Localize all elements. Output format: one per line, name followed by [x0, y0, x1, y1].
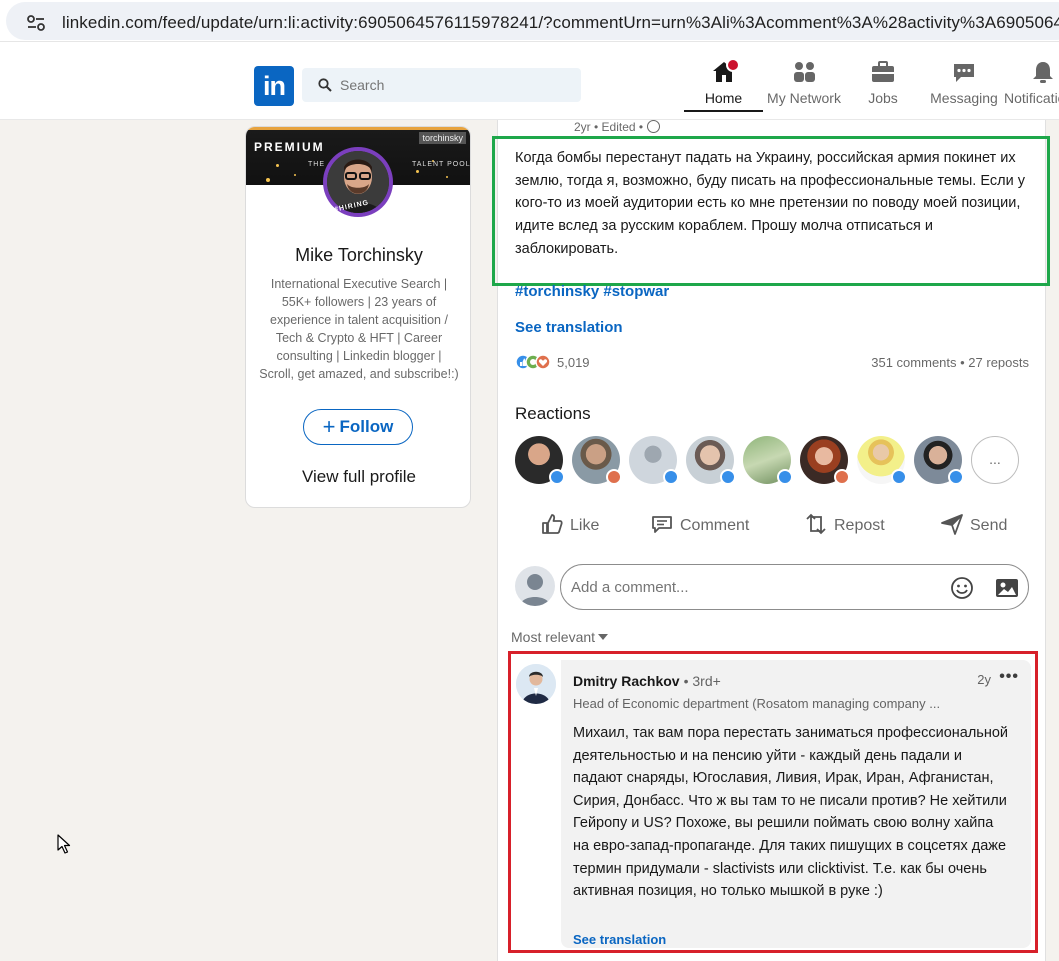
comment-item: Dmitry Rachkov • 3rd+ 2y ••• Head of Econ… [508, 651, 1038, 953]
like-badge-icon [891, 469, 907, 485]
search-bar[interactable] [302, 68, 581, 102]
commenter-name[interactable]: Dmitry Rachkov [573, 673, 680, 689]
comment-text: Михаил, так вам пора перестать заниматьс… [573, 725, 1009, 900]
comment-bubble: Dmitry Rachkov • 3rd+ 2y ••• Head of Econ… [561, 660, 1031, 948]
commenter-name-row: Dmitry Rachkov • 3rd+ [573, 673, 721, 689]
nav-my-network-label: My Network [767, 90, 841, 106]
view-full-profile-link[interactable]: View full profile [246, 467, 470, 487]
nav-messaging-label: Messaging [930, 90, 998, 106]
nav-messaging[interactable]: Messaging [930, 60, 998, 120]
repost-button[interactable]: Repost [804, 506, 885, 546]
sort-label: Most relevant [511, 629, 596, 645]
post-card: 2yr • Edited • Когда бомбы перестанут па… [492, 120, 1050, 961]
like-badge-icon [777, 469, 793, 485]
site-settings-icon[interactable] [26, 13, 46, 33]
nav-notifications[interactable]: Notifications [1004, 60, 1059, 120]
add-comment-row [515, 564, 1029, 612]
search-icon [318, 78, 332, 92]
emoji-icon[interactable] [950, 576, 974, 600]
comment-time: 2y [977, 672, 991, 687]
reactor-avatar[interactable] [515, 436, 565, 485]
post-text: Когда бомбы перестанут падать на Украину… [515, 150, 1025, 257]
caret-down-icon [598, 634, 609, 640]
reaction-icons[interactable] [515, 354, 555, 370]
banner-subtitle-left: THE [308, 161, 325, 168]
messaging-icon [954, 64, 974, 82]
social-counts: 5,019 351 comments • 27 reposts [515, 352, 1029, 372]
image-icon[interactable] [995, 577, 1019, 599]
reactor-avatar[interactable] [686, 436, 736, 485]
plus-icon: + [322, 414, 336, 439]
comment-see-translation[interactable]: See translation [573, 932, 666, 947]
repost-label: Repost [834, 517, 885, 534]
send-icon [941, 514, 963, 535]
post-see-translation[interactable]: See translation [515, 319, 623, 336]
premium-label: PREMIUM [254, 140, 325, 154]
post-time: 2yr • Edited • [574, 120, 644, 134]
comment-icon [652, 516, 672, 533]
author-profile-card: PREMIUM torchinsky THE TALENT POOL #HIRI… [245, 126, 471, 508]
comment-input[interactable] [571, 565, 931, 609]
reactor-avatar[interactable] [914, 436, 964, 485]
author-headline: International Executive Search | 55K+ fo… [259, 277, 459, 381]
nav-home[interactable]: Home [684, 58, 763, 120]
commenter-headline: Head of Economic department (Rosatom man… [573, 696, 941, 711]
more-reactors-button[interactable]: ... [971, 436, 1019, 484]
address-field[interactable]: linkedin.com/feed/update/urn:li:activity… [6, 2, 1059, 40]
banner-subtitle-right: TALENT POOL [412, 161, 471, 168]
comment-sort-dropdown[interactable]: Most relevant [511, 629, 609, 645]
reactor-avatar[interactable] [572, 436, 622, 485]
like-button[interactable]: Like [540, 506, 599, 546]
current-user-avatar[interactable] [515, 566, 555, 606]
comment-button[interactable]: Comment [650, 506, 749, 546]
nav-my-network[interactable]: My Network [766, 60, 842, 120]
linkedin-logo[interactable]: in [254, 66, 294, 106]
reaction-count[interactable]: 5,019 [557, 355, 590, 370]
like-badge-icon [720, 469, 736, 485]
globe-icon [647, 120, 661, 133]
comments-reposts-count[interactable]: 351 comments • 27 reposts [871, 355, 1029, 370]
nav-home-label: Home [704, 90, 743, 106]
reactions-heading: Reactions [515, 404, 591, 423]
reactor-avatar[interactable] [857, 436, 907, 485]
follow-label: Follow [339, 417, 394, 436]
like-label: Like [570, 517, 600, 534]
reactor-avatar[interactable] [800, 436, 850, 485]
reactors-list: ... [515, 436, 1025, 486]
post-hashtags[interactable]: #torchinsky #stopwar [515, 283, 669, 300]
comment-input-box[interactable] [560, 564, 1029, 610]
like-badge-icon [948, 469, 964, 485]
top-nav: in Home My Network Jobs Me [0, 42, 1059, 120]
love-badge-icon [606, 469, 622, 485]
author-name[interactable]: Mike Torchinsky [246, 245, 470, 266]
commenter-avatar[interactable] [516, 664, 556, 704]
repost-icon [806, 513, 826, 535]
notification-badge [725, 58, 740, 72]
like-badge-icon [549, 469, 565, 485]
search-input[interactable] [340, 68, 570, 102]
nav-jobs[interactable]: Jobs [858, 60, 908, 120]
connection-degree: • 3rd+ [683, 673, 721, 689]
nav-jobs-label: Jobs [868, 90, 898, 106]
send-button[interactable]: Send [940, 506, 1007, 546]
jobs-icon [872, 61, 894, 82]
mouse-cursor-icon [57, 834, 71, 854]
reactor-avatar[interactable] [743, 436, 793, 485]
like-icon [542, 514, 563, 534]
reactor-avatar[interactable] [629, 436, 679, 485]
follow-button[interactable]: + Follow [303, 409, 413, 445]
comment-label: Comment [680, 517, 750, 534]
comment-more-options-icon[interactable]: ••• [999, 668, 1019, 686]
network-icon [794, 62, 815, 82]
send-label: Send [970, 517, 1008, 534]
banner-tag: torchinsky [419, 132, 466, 144]
love-badge-icon [834, 469, 850, 485]
browser-url-bar: linkedin.com/feed/update/urn:li:activity… [0, 0, 1059, 42]
post-actions: Like Comment Repost Send [498, 506, 1047, 546]
bell-icon [1033, 62, 1053, 83]
url-text[interactable]: linkedin.com/feed/update/urn:li:activity… [62, 13, 1059, 33]
like-badge-icon [663, 469, 679, 485]
nav-notifications-label: Notifications [1004, 90, 1059, 106]
post-meta: 2yr • Edited • [574, 120, 661, 134]
